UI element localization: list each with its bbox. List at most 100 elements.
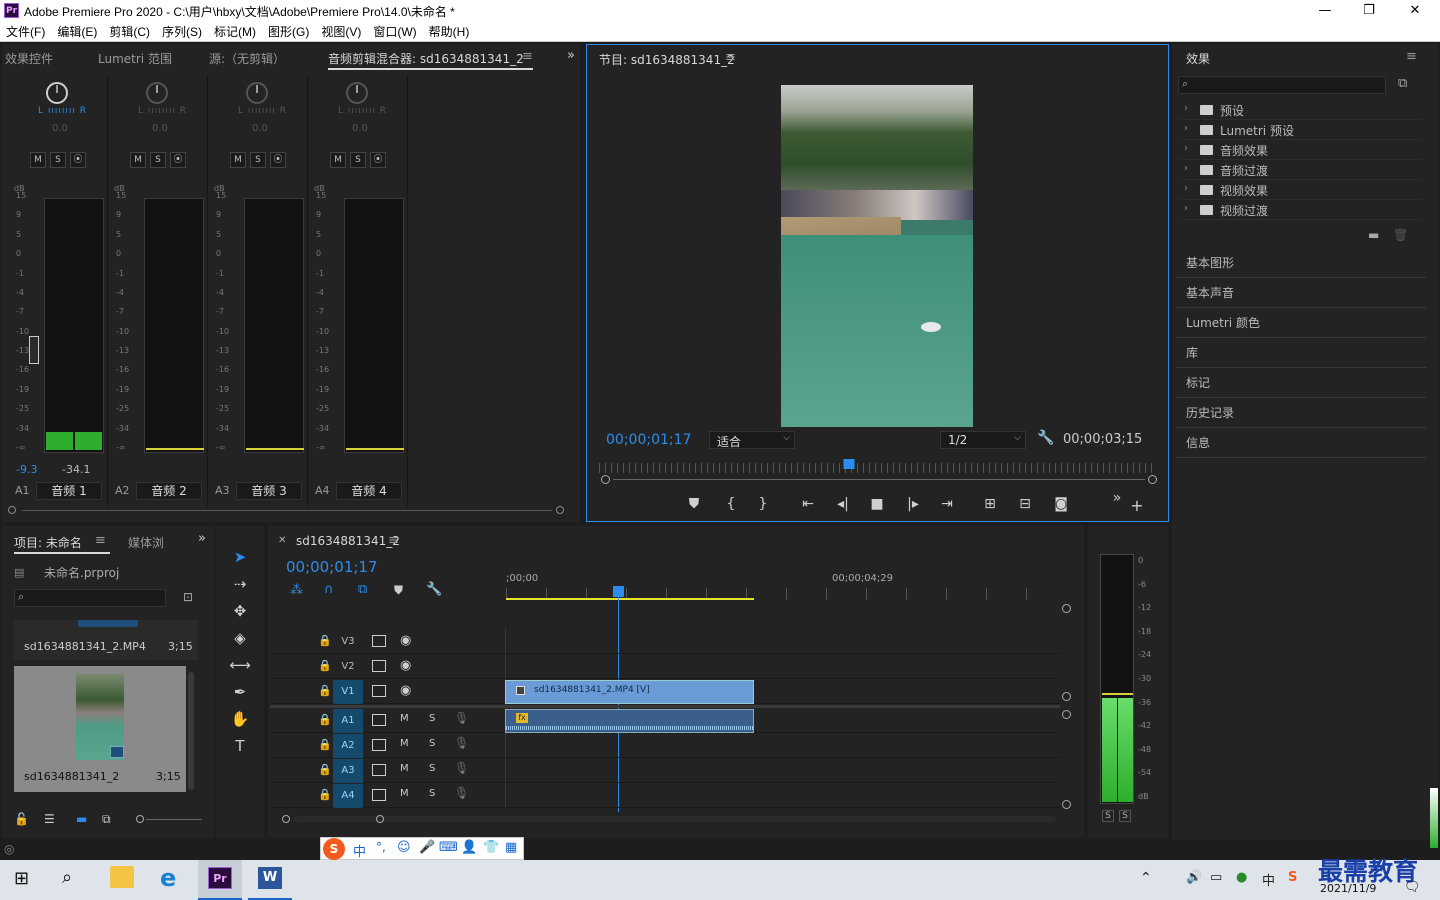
toggle-sync-film-icon[interactable]: [372, 764, 386, 776]
toggle-visibility-eye-icon[interactable]: ◉: [400, 658, 411, 673]
go-to-out-icon[interactable]: ⇥: [937, 496, 957, 512]
tab-audio-clip-mixer[interactable]: 音频剪辑混合器: sd1634881341_2: [328, 50, 524, 67]
panel-menu-icon[interactable]: ≡: [388, 533, 399, 548]
user-icon[interactable]: 👤: [461, 840, 477, 855]
sogou-tray-icon[interactable]: S: [1288, 870, 1297, 885]
channel-name[interactable]: 音频 1: [36, 482, 102, 500]
add-marker-icon[interactable]: ⛊: [684, 496, 704, 512]
channel-name[interactable]: 音频 4: [336, 482, 402, 500]
mute-track-button[interactable]: M: [400, 763, 409, 774]
track-label[interactable]: V1: [333, 680, 363, 704]
voice-over-mic-icon[interactable]: 🎙: [454, 761, 469, 775]
menu-sequence[interactable]: 序列(S): [156, 22, 208, 42]
menu-help[interactable]: 帮助(H): [423, 22, 476, 42]
icon-view-icon[interactable]: ▬: [76, 812, 87, 826]
menu-graphics[interactable]: 图形(G): [262, 22, 315, 42]
project-clip-item-1[interactable]: sd1634881341_2.MP4 3;15: [14, 620, 198, 660]
volume-icon[interactable]: 🔊: [1186, 870, 1202, 885]
track-label[interactable]: A3: [333, 759, 363, 783]
section-essential-sound[interactable]: 基本声音: [1176, 278, 1426, 308]
program-time-ruler[interactable]: [599, 463, 1155, 473]
effects-item-video-effects[interactable]: › 视频效果: [1180, 180, 1422, 200]
taskbar-premiere-active[interactable]: Pr: [198, 860, 242, 900]
pan-knob[interactable]: [146, 82, 168, 104]
more-controls-chevron-icon[interactable]: »: [1107, 490, 1127, 506]
section-markers[interactable]: 标记: [1176, 368, 1426, 398]
menu-markers[interactable]: 标记(M): [208, 22, 262, 42]
record-button[interactable]: ⦿: [370, 152, 386, 168]
effects-panel-title[interactable]: 效果: [1186, 50, 1210, 67]
file-explorer-icon[interactable]: [110, 866, 134, 888]
pen-tool-icon[interactable]: ✒: [229, 681, 251, 703]
search-icon[interactable]: ⌕: [62, 867, 72, 888]
mute-button[interactable]: M: [330, 152, 346, 168]
slip-tool-icon[interactable]: ⟷: [229, 654, 251, 676]
show-hidden-icons-chevron-icon[interactable]: ⌃: [1140, 870, 1152, 886]
voice-mic-icon[interactable]: 🎤: [419, 840, 435, 855]
go-to-in-icon[interactable]: ⇤: [798, 496, 818, 512]
lock-project-icon[interactable]: 🔓: [14, 812, 29, 826]
effects-item-audio-transitions[interactable]: › 音频过渡: [1180, 160, 1422, 180]
voice-over-mic-icon[interactable]: 🎙: [454, 711, 469, 725]
video-scroll-top-handle[interactable]: [1062, 604, 1071, 613]
solo-button[interactable]: S: [350, 152, 366, 168]
tab-sequence[interactable]: sd1634881341_2: [296, 534, 400, 548]
extract-icon[interactable]: ⊟: [1015, 496, 1035, 512]
section-lumetri-color[interactable]: Lumetri 颜色: [1176, 308, 1426, 338]
lift-icon[interactable]: ⊞: [980, 496, 1000, 512]
mute-track-button[interactable]: M: [400, 738, 409, 749]
stop-icon[interactable]: ■: [867, 496, 887, 512]
ime-lang-toggle[interactable]: 中: [353, 841, 366, 860]
emoji-icon[interactable]: ☺: [397, 840, 411, 855]
menu-file[interactable]: 文件(F): [0, 22, 51, 42]
panel-menu-icon[interactable]: ≡: [1406, 49, 1417, 64]
button-editor-plus-icon[interactable]: +: [1127, 496, 1147, 515]
mixer-scrollbar[interactable]: [8, 506, 564, 514]
input-method-indicator[interactable]: 中: [1262, 870, 1275, 889]
network-icon[interactable]: ▭: [1210, 870, 1222, 885]
section-libraries[interactable]: 库: [1176, 338, 1426, 368]
voice-over-mic-icon[interactable]: 🎙: [454, 736, 469, 750]
step-back-icon[interactable]: ◂|: [833, 496, 853, 512]
toggle-sync-film-icon[interactable]: [372, 660, 386, 672]
wrench-icon[interactable]: 🔧: [1037, 430, 1054, 446]
menu-clip[interactable]: 剪辑(C): [103, 22, 156, 42]
toggle-visibility-eye-icon[interactable]: ◉: [400, 633, 411, 648]
video-audio-divider[interactable]: [270, 705, 1060, 708]
track-label[interactable]: A4: [333, 784, 363, 808]
toggle-visibility-eye-icon[interactable]: ◉: [400, 683, 411, 698]
toggle-sync-film-icon[interactable]: [372, 685, 386, 697]
solo-track-button[interactable]: S: [429, 738, 435, 749]
lock-track-icon[interactable]: 🔒: [318, 788, 332, 801]
toggle-sync-film-icon[interactable]: [372, 789, 386, 801]
pan-value[interactable]: 0.0: [352, 123, 368, 134]
pan-value[interactable]: 0.0: [152, 123, 168, 134]
hand-tool-icon[interactable]: ✋: [229, 708, 251, 730]
resolution-dropdown[interactable]: 1/2 ⌵: [940, 431, 1026, 449]
pan-value[interactable]: 0.0: [252, 123, 268, 134]
zoom-end-handle[interactable]: [1148, 475, 1157, 484]
step-forward-icon[interactable]: |▸: [903, 496, 923, 512]
menu-view[interactable]: 视图(V): [315, 22, 367, 42]
type-tool-icon[interactable]: T: [229, 735, 251, 757]
toolbox-grid-icon[interactable]: ▦: [505, 840, 517, 855]
solo-track-button[interactable]: S: [429, 713, 435, 724]
program-video-frame[interactable]: [781, 85, 973, 427]
record-button[interactable]: ⦿: [170, 152, 186, 168]
export-frame-camera-icon[interactable]: ◙: [1051, 496, 1071, 512]
freeform-view-icon[interactable]: ⧉: [102, 812, 111, 827]
timeline-video-clip[interactable]: sd1634881341_2.MP4 [V]: [505, 680, 754, 704]
mute-button[interactable]: M: [230, 152, 246, 168]
more-tabs-chevron-icon[interactable]: »: [198, 531, 206, 546]
razor-tool-icon[interactable]: ◈: [229, 627, 251, 649]
track-label[interactable]: A2: [333, 734, 363, 758]
timeline-audio-clip[interactable]: fx: [505, 709, 754, 733]
close-sequence-icon[interactable]: ✕: [278, 535, 286, 546]
timeline-horizontal-scrollbar[interactable]: [294, 816, 1056, 822]
linked-selection-icon[interactable]: ⧉: [358, 582, 367, 597]
project-clip-item-2[interactable]: sd1634881341_2 3;15: [14, 666, 186, 792]
find-folder-icon[interactable]: ⊡: [183, 590, 193, 604]
toggle-sync-film-icon[interactable]: [372, 635, 386, 647]
solo-track-button[interactable]: S: [429, 763, 435, 774]
tab-source[interactable]: 源:（无剪辑）: [209, 50, 285, 67]
